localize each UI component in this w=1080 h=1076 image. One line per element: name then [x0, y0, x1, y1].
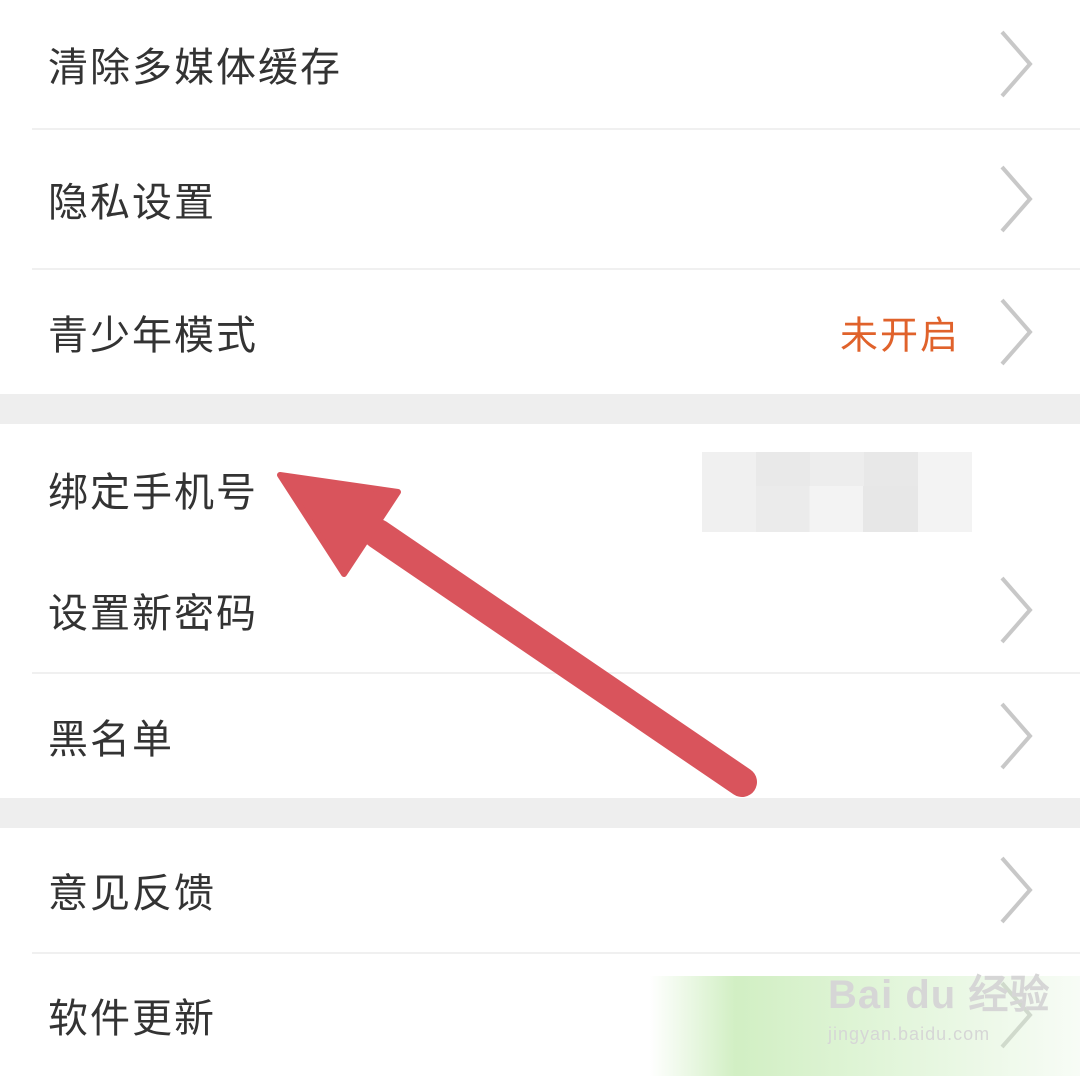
teen-mode-status: 未开启 — [839, 313, 960, 358]
row-label: 隐私设置 — [48, 180, 216, 226]
chevron-right-icon — [1000, 165, 1033, 233]
chevron-right-icon — [1000, 298, 1033, 366]
baidu-jingyan-watermark: Bai du 经验 jingyan.baidu.com — [828, 962, 1068, 1062]
chevron-right-icon — [1000, 702, 1033, 770]
settings-row-privacy[interactable]: 隐私设置 — [0, 130, 1080, 268]
watermark-url: jingyan.baidu.com — [828, 1024, 991, 1044]
row-label: 清除多媒体缓存 — [48, 45, 342, 91]
watermark-brand: Bai du 经验 — [828, 973, 1051, 1017]
row-label: 设置新密码 — [48, 591, 258, 637]
row-label: 绑定手机号 — [48, 470, 258, 516]
settings-row-feedback[interactable]: 意见反馈 — [0, 828, 1080, 952]
chevron-right-icon — [1000, 576, 1033, 644]
group-gap — [0, 394, 1080, 424]
settings-row-clear-media-cache[interactable]: 清除多媒体缓存 — [0, 0, 1080, 128]
row-label: 软件更新 — [48, 996, 216, 1042]
settings-row-teen-mode[interactable]: 青少年模式 未开启 — [0, 270, 1080, 394]
row-label: 意见反馈 — [48, 871, 216, 917]
chevron-right-icon — [1000, 30, 1033, 98]
row-label: 黑名单 — [48, 717, 174, 763]
group-gap — [0, 798, 1080, 828]
chevron-right-icon — [1000, 856, 1033, 924]
settings-row-blacklist[interactable]: 黑名单 — [0, 674, 1080, 798]
row-label: 青少年模式 — [48, 313, 258, 359]
phone-number-mosaic — [702, 452, 972, 532]
settings-row-set-password[interactable]: 设置新密码 — [0, 548, 1080, 672]
